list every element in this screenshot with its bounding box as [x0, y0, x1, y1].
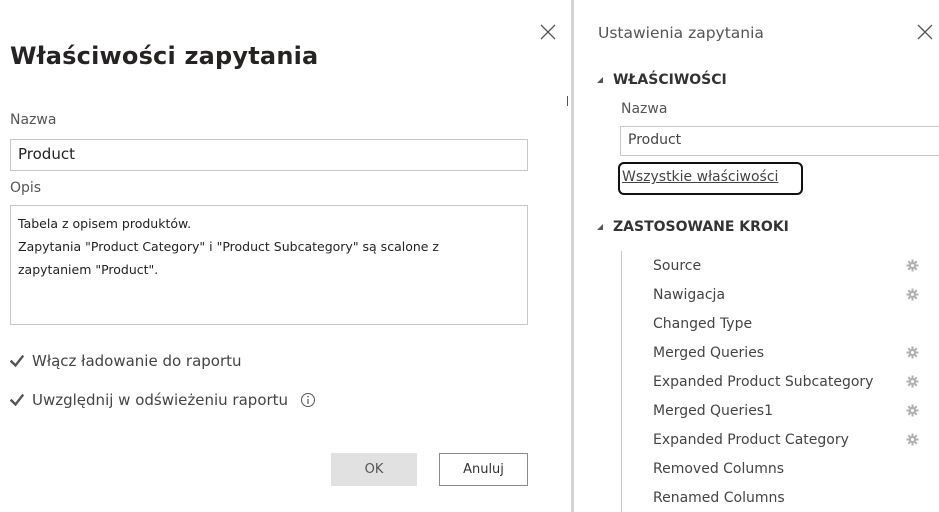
cancel-button[interactable]: Anuluj: [439, 453, 528, 486]
step-label: Changed Type: [653, 315, 753, 332]
gear-icon[interactable]: [906, 433, 919, 446]
include-refresh-label: Uwzględnij w odświeżeniu raportu: [32, 391, 289, 409]
gear-icon[interactable]: [906, 404, 919, 417]
applied-step[interactable]: Removed Columns: [622, 454, 939, 483]
pane-name-input[interactable]: Product: [620, 126, 939, 156]
description-line: Tabela z opisem produktów.: [18, 216, 192, 231]
enable-load-checkbox[interactable]: Włącz ładowanie do raportu: [10, 352, 242, 370]
gear-icon[interactable]: [906, 346, 919, 359]
name-input[interactable]: Product: [10, 139, 528, 171]
info-icon[interactable]: [300, 392, 316, 408]
properties-header-label: WŁAŚCIWOŚCI: [613, 72, 727, 88]
query-settings-pane: Ustawienia zapytania WŁAŚCIWOŚCI Nazwa P…: [574, 0, 939, 512]
applied-step[interactable]: Expanded Product Category: [622, 425, 939, 454]
step-label: Renamed Columns: [653, 489, 785, 506]
step-label: Removed Columns: [653, 460, 785, 477]
applied-step[interactable]: Merged Queries1: [622, 396, 939, 425]
gear-icon[interactable]: [906, 288, 919, 301]
step-label: Merged Queries: [653, 344, 765, 361]
pane-title: Ustawienia zapytania: [598, 24, 764, 42]
applied-step[interactable]: Source: [622, 251, 939, 280]
description-label: Opis: [10, 180, 42, 196]
gear-icon[interactable]: [906, 375, 919, 388]
splitter-grip: [567, 96, 568, 106]
close-icon[interactable]: [538, 22, 558, 42]
include-refresh-checkbox[interactable]: Uwzględnij w odświeżeniu raportu: [10, 391, 316, 409]
applied-step[interactable]: Changed Type: [622, 309, 939, 338]
description-line: Zapytania "Product Category" i "Product …: [18, 239, 439, 254]
applied-step[interactable]: Expanded Product Subcategory: [622, 367, 939, 396]
collapse-triangle-icon: [597, 77, 603, 83]
step-label: Expanded Product Subcategory: [653, 373, 874, 390]
pane-name-label: Nazwa: [621, 101, 668, 117]
close-icon[interactable]: [915, 22, 935, 42]
ok-button[interactable]: OK: [331, 453, 417, 486]
all-properties-link[interactable]: Wszystkie właściwości: [618, 162, 803, 195]
applied-steps-header-label: ZASTOSOWANE KROKI: [613, 219, 789, 235]
applied-steps-list: Source Nawigacja Changed Type Merged Que…: [621, 251, 939, 512]
applied-step[interactable]: Nawigacja: [622, 280, 939, 309]
dialog-title: Właściwości zapytania: [10, 42, 319, 70]
step-label: Merged Queries1: [653, 402, 774, 419]
checkmark-icon: [10, 393, 24, 407]
properties-section-header[interactable]: WŁAŚCIWOŚCI: [596, 72, 727, 88]
applied-step[interactable]: Merged Queries: [622, 338, 939, 367]
step-label: Source: [653, 257, 702, 274]
collapse-triangle-icon: [597, 224, 603, 230]
gear-icon[interactable]: [906, 259, 919, 272]
step-label: Nawigacja: [653, 286, 726, 303]
step-label: Expanded Product Category: [653, 431, 849, 448]
description-textarea[interactable]: Tabela z opisem produktów. Zapytania "Pr…: [10, 205, 528, 325]
name-label: Nazwa: [10, 112, 57, 128]
description-line: zapytaniem "Product".: [18, 262, 159, 277]
applied-step[interactable]: Renamed Columns: [622, 483, 939, 512]
checkmark-icon: [10, 354, 24, 368]
query-properties-dialog: Właściwości zapytania Nazwa Product Opis…: [0, 0, 562, 512]
enable-load-label: Włącz ładowanie do raportu: [32, 352, 242, 370]
applied-steps-section-header[interactable]: ZASTOSOWANE KROKI: [596, 219, 789, 235]
